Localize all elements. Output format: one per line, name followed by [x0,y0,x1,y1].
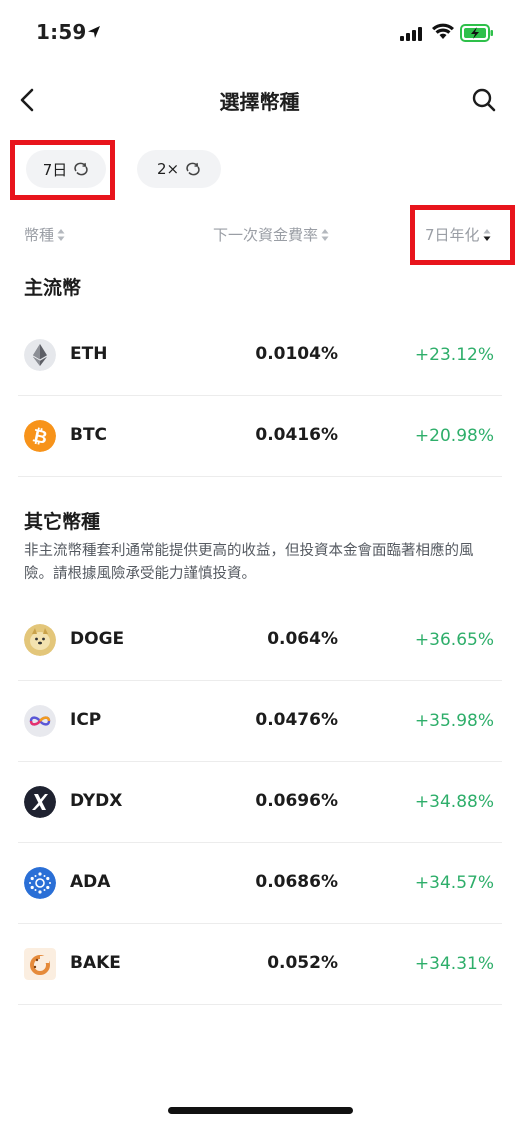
coin-annualized: +34.31% [414,954,494,974]
search-icon [472,88,496,112]
sort-arrows-icon [321,228,329,241]
location-arrow-icon [88,26,100,38]
battery-charging-icon [460,24,493,42]
sort-by-coin[interactable]: 幣種 [24,224,65,245]
coin-row-dydx[interactable]: DYDX 0.0696% +34.88% [18,762,502,843]
coin-name: ADA [70,872,111,892]
column-funding-rate-label: 下一次資金費率 [213,226,319,244]
coin-name: DOGE [70,629,125,649]
coin-name: BTC [70,425,108,445]
coin-name: ICP [70,710,102,730]
coin-name: ETH [70,344,108,364]
coin-annualized: +36.65% [414,630,494,650]
coin-funding-rate: 0.0686% [255,872,338,892]
ada-icon [24,867,56,899]
coin-row-icp[interactable]: ICP 0.0476% +35.98% [18,681,502,762]
page-title: 選擇幣種 [219,90,300,114]
others-section-description: 非主流幣種套利通常能提供更高的收益，但投資本金會面臨著相應的風險。請根據風險承受… [24,543,474,582]
switch-icon [186,162,200,176]
coin-funding-rate: 0.0104% [255,344,338,364]
sort-by-funding-rate[interactable]: 下一次資金費率 [213,224,329,245]
coin-name: DYDX [70,791,123,811]
highlight-box-annualized [410,205,515,265]
search-button[interactable] [470,86,498,114]
coin-funding-rate: 0.052% [267,953,338,973]
coin-row-ada[interactable]: ADA 0.0686% +34.57% [18,843,502,924]
status-bar: 1:59 [0,0,519,64]
coin-name: BAKE [70,953,121,973]
btc-icon: ₿ [24,420,56,452]
coin-row-eth[interactable]: ETH 0.0104% +23.12% [18,315,502,396]
highlight-box-period [10,140,115,200]
icp-icon [24,705,56,737]
coin-funding-rate: 0.0416% [255,425,338,445]
dydx-icon [24,786,56,818]
leverage-filter-chip[interactable]: 2× [137,150,221,188]
coin-funding-rate: 0.0696% [255,791,338,811]
header: 選擇幣種 [0,74,519,126]
coin-funding-rate: 0.0476% [255,710,338,730]
coin-annualized: +23.12% [414,345,494,365]
coin-row-btc[interactable]: ₿ BTC 0.0416% +20.98% [18,396,502,477]
eth-icon [24,339,56,371]
sort-arrows-icon [57,228,65,241]
column-coin-label: 幣種 [24,226,55,244]
bake-icon [24,948,56,980]
coin-annualized: +20.98% [414,426,494,446]
leverage-filter-label: 2× [156,160,180,178]
coin-annualized: +34.57% [414,873,494,893]
doge-icon [24,624,56,656]
coin-funding-rate: 0.064% [267,629,338,649]
coin-row-bake[interactable]: BAKE 0.052% +34.31% [18,924,502,1005]
mainstream-section-title: 主流幣 [24,277,82,299]
status-time: 1:59 [36,20,87,44]
coin-annualized: +35.98% [414,711,494,731]
coin-row-doge[interactable]: DOGE 0.064% +36.65% [18,600,502,681]
wifi-icon [432,23,454,39]
coin-annualized: +34.88% [414,792,494,812]
cellular-signal-icon [400,25,424,41]
home-indicator [168,1107,353,1114]
others-section-title: 其它幣種 [24,511,101,533]
